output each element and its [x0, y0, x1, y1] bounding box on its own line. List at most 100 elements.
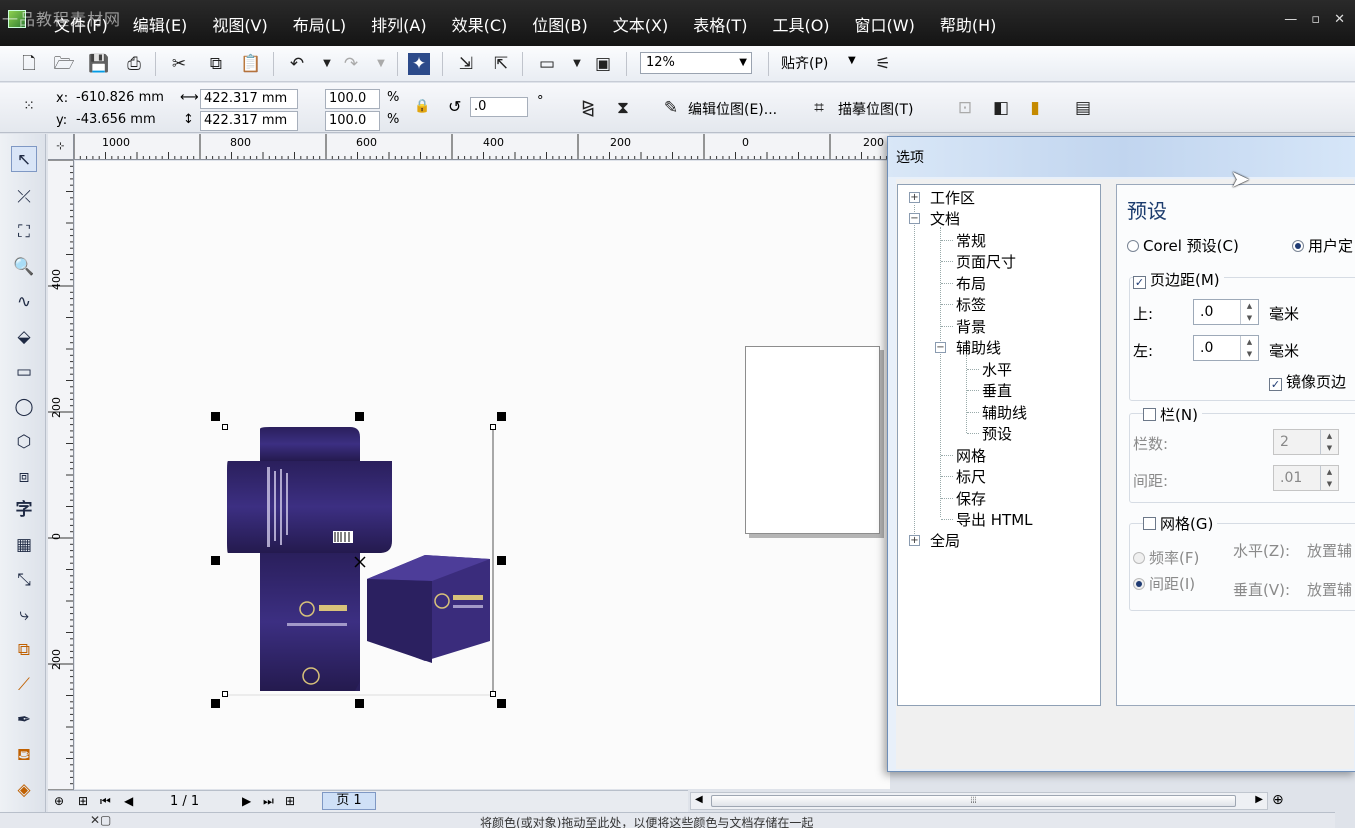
open-folder-icon[interactable]: 🗁	[53, 53, 75, 75]
snap-dropdown-icon[interactable]: ▼	[848, 55, 856, 66]
selection-handle-s[interactable]	[355, 699, 364, 708]
scroll-right-icon[interactable]: ▶	[1255, 794, 1263, 805]
menu-help[interactable]: 帮助(H)	[940, 12, 997, 36]
scroll-left-icon[interactable]: ◀	[695, 794, 703, 805]
save-icon[interactable]: 💾	[88, 53, 110, 75]
tree-item-save[interactable]: 保存	[956, 488, 986, 509]
user-defined-radio[interactable]: 用户定	[1292, 235, 1353, 256]
connector-tool-icon[interactable]: ⤷	[11, 602, 37, 628]
basic-shapes-icon[interactable]: ⧈	[11, 464, 37, 490]
add-page-after-icon[interactable]: ⊞	[285, 794, 295, 808]
resample-icon[interactable]: ▮	[1024, 97, 1046, 119]
mirror-margins-checkbox[interactable]: ✓ 镜像页边	[1269, 371, 1346, 392]
spinner-arrows-icon[interactable]: ▲ ▼	[1320, 430, 1338, 454]
selection-handle-n[interactable]	[355, 412, 364, 421]
paste-icon[interactable]: 📋	[240, 53, 262, 75]
horizontal-scrollbar[interactable]: ◀ ⦙⦙⦙ ▶	[690, 792, 1268, 810]
crop-tool-icon[interactable]: ⛶	[11, 219, 37, 245]
scale-width-input[interactable]: 100.0	[325, 89, 380, 109]
zoom-level-select[interactable]: 12% ▼	[640, 52, 752, 74]
menu-layout[interactable]: 布局(L)	[293, 12, 346, 36]
application-launcher-icon[interactable]: ▭	[536, 53, 558, 75]
tree-item-horizontal[interactable]: 水平	[982, 359, 1012, 380]
add-page-before-icon[interactable]: ⊞	[78, 794, 88, 808]
table-tool-icon[interactable]: ▦	[11, 532, 37, 558]
selection-handle-se[interactable]	[497, 699, 506, 708]
top-margin-input[interactable]: .0 ▲ ▼	[1193, 299, 1259, 325]
previous-page-icon[interactable]: ◀	[124, 794, 133, 808]
smart-fill-icon[interactable]: ⬙	[11, 324, 37, 350]
export-icon[interactable]: ⇱	[490, 53, 512, 75]
spinner-arrows-icon[interactable]: ▲ ▼	[1240, 336, 1258, 360]
rectangle-tool-icon[interactable]: ▭	[11, 359, 37, 385]
menu-arrange[interactable]: 排列(A)	[371, 12, 426, 36]
node-handle[interactable]	[490, 424, 496, 430]
selection-handle-sw[interactable]	[211, 699, 220, 708]
minimize-icon[interactable]: —	[1284, 12, 1297, 27]
tree-item-guides[interactable]: 辅助线	[982, 402, 1027, 423]
menu-effects[interactable]: 效果(C)	[452, 12, 508, 36]
tree-item-page-size[interactable]: 页面尺寸	[956, 251, 1016, 272]
welcome-screen-icon[interactable]: ▣	[592, 53, 614, 75]
lock-ratio-icon[interactable]: 🔒	[414, 99, 430, 114]
search-content-icon[interactable]: ✦	[408, 53, 430, 75]
spacing-radio[interactable]: 间距(I)	[1133, 573, 1195, 594]
columns-checkbox[interactable]: 栏(N)	[1143, 404, 1202, 425]
scrollbar-thumb[interactable]: ⦙⦙⦙	[711, 795, 1236, 807]
tree-item-vertical[interactable]: 垂直	[982, 380, 1012, 401]
page-options-icon[interactable]: ⊕	[54, 794, 64, 808]
tree-item-presets[interactable]: 预设	[982, 423, 1012, 444]
cut-icon[interactable]: ✂	[168, 53, 190, 75]
next-page-icon[interactable]: ▶	[242, 794, 251, 808]
menu-table[interactable]: 表格(T)	[693, 12, 747, 36]
menu-view[interactable]: 视图(V)	[212, 12, 267, 36]
tree-item-export-html[interactable]: 导出 HTML	[956, 509, 1033, 530]
node-handle[interactable]	[490, 691, 496, 697]
restore-icon[interactable]: ▫	[1311, 12, 1320, 27]
margins-checkbox[interactable]: ✓ 页边距(M)	[1133, 269, 1224, 290]
node-handle[interactable]	[222, 424, 228, 430]
tree-item-layout[interactable]: 布局	[956, 273, 986, 294]
menu-tools[interactable]: 工具(O)	[772, 12, 829, 36]
launcher-dropdown-icon[interactable]: ▼	[566, 53, 588, 75]
crop-bitmap-icon[interactable]: ⊡	[954, 97, 976, 119]
menu-bitmaps[interactable]: 位图(B)	[532, 12, 587, 36]
document-page[interactable]	[745, 346, 880, 534]
edit-bitmap-button[interactable]: 编辑位图(E)...	[688, 99, 777, 119]
undo-icon[interactable]: ↶	[286, 53, 308, 75]
selection-handle-e[interactable]	[497, 556, 506, 565]
text-tool-icon[interactable]: 字	[11, 497, 37, 523]
corel-preset-radio[interactable]: Corel 预设(C)	[1127, 235, 1239, 256]
fill-tool-icon[interactable]: ⛾	[11, 742, 37, 768]
y-position-input[interactable]: -43.656 mm	[73, 111, 168, 131]
tree-expand-icon[interactable]: +	[909, 535, 920, 546]
ruler-origin-icon[interactable]: ⊹	[48, 134, 74, 160]
dimension-tool-icon[interactable]: ⤡	[11, 567, 37, 593]
mirror-horizontal-icon[interactable]: ⧎	[577, 97, 599, 119]
outline-pen-icon[interactable]: ✒	[11, 707, 37, 733]
redo-icon[interactable]: ↷	[340, 53, 362, 75]
tree-collapse-icon[interactable]: −	[935, 342, 946, 353]
tree-item-rulers[interactable]: 标尺	[956, 466, 986, 487]
menu-window[interactable]: 窗口(W)	[855, 12, 915, 36]
tree-item-global[interactable]: 全局	[930, 530, 960, 551]
horizontal-ruler[interactable]: 1000 800 600 400 200 0 200	[74, 134, 889, 160]
interactive-fill-icon[interactable]: ◈	[11, 777, 37, 803]
node-handle[interactable]	[222, 691, 228, 697]
tree-item-general[interactable]: 常规	[956, 230, 986, 251]
tree-item-guidelines[interactable]: 辅助线	[956, 337, 1001, 358]
ellipse-tool-icon[interactable]: ◯	[11, 394, 37, 420]
tree-item-background[interactable]: 背景	[956, 316, 986, 337]
eyedropper-tool-icon[interactable]: ⟋	[11, 672, 37, 698]
pick-tool-icon[interactable]: ↖	[11, 146, 37, 172]
tree-item-workspace[interactable]: 工作区	[930, 187, 975, 208]
snap-to-button[interactable]: 贴齐(P)	[781, 53, 828, 73]
tree-collapse-icon[interactable]: −	[909, 213, 920, 224]
width-input[interactable]: 422.317 mm	[200, 89, 298, 109]
scale-height-input[interactable]: 100.0	[325, 111, 380, 131]
drawing-canvas[interactable]	[75, 161, 890, 789]
bitmap-color-mask-icon[interactable]: ◧	[990, 97, 1012, 119]
freehand-tool-icon[interactable]: ∿	[11, 289, 37, 315]
last-page-icon[interactable]: ⏭	[263, 794, 274, 809]
selection-handle-nw[interactable]	[211, 412, 220, 421]
